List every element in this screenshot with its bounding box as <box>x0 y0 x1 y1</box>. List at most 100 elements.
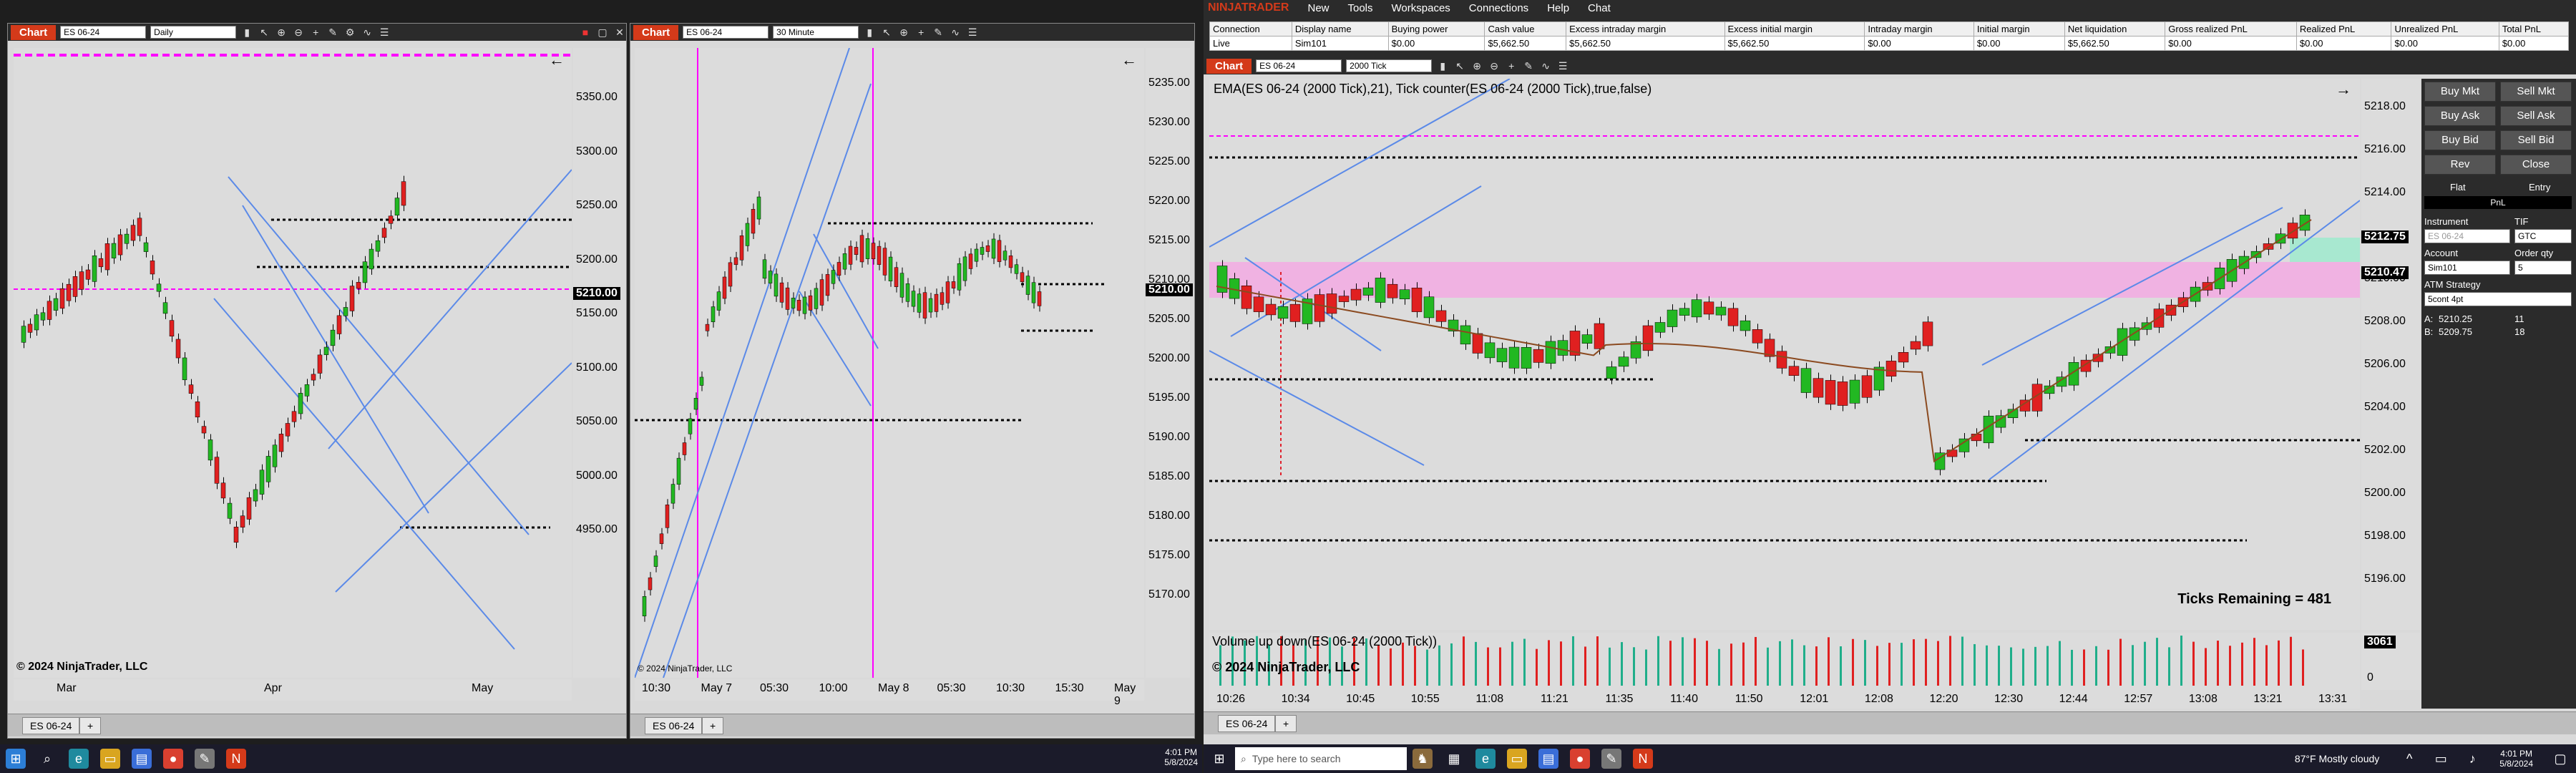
edge-icon[interactable]: e <box>69 749 89 769</box>
bar-style-icon[interactable]: ▮ <box>240 26 253 39</box>
drawing-tools-icon[interactable]: ✎ <box>1522 59 1535 72</box>
accounts-header-cell[interactable]: Unrealized PnL <box>2391 21 2499 37</box>
accounts-data-cell[interactable]: $5,662.50 <box>1724 36 1865 51</box>
accounts-data-cell[interactable]: Live <box>1209 36 1292 51</box>
zoom-icon[interactable]: ⊕ <box>897 26 910 39</box>
cortana-animal-icon[interactable]: ♞ <box>1413 749 1433 769</box>
add-tab-button[interactable]: + <box>79 717 102 734</box>
order-qty-stepper[interactable]: 5 <box>2514 261 2572 275</box>
strategies-icon[interactable]: ⚙ <box>343 26 356 39</box>
time-axis[interactable]: 10:26 10:34 10:45 10:55 11:08 11:21 11:35 11:40… <box>1209 690 2360 709</box>
accounts-data-cell[interactable]: $0.00 <box>2165 36 2297 51</box>
zoom-icon[interactable]: ⊕ <box>275 26 288 39</box>
menu-chat[interactable]: Chat <box>1588 2 1611 14</box>
accounts-grid[interactable]: Connection Display name Buying power Cash v… <box>1209 21 2570 51</box>
price-axis[interactable]: 5235.00 5230.00 5225.00 5220.00 5215.00 5210.… <box>1146 48 1193 678</box>
accounts-header-cell[interactable]: Gross realized PnL <box>2165 21 2297 37</box>
accounts-data-row[interactable]: Live Sim101 $0.00 $5,662.50 $5,662.50 $5,662.… <box>1209 36 2570 51</box>
buy-bid-button[interactable]: Buy Bid <box>2424 130 2496 150</box>
sell-market-button[interactable]: Sell Mkt <box>2500 82 2572 102</box>
accounts-header-cell[interactable]: Excess initial margin <box>1724 21 1865 37</box>
store-icon[interactable]: ▤ <box>1538 749 1558 769</box>
accounts-header-cell[interactable]: Connection <box>1209 21 1292 37</box>
zoom-out-icon[interactable]: ⊖ <box>292 26 305 39</box>
chart-menu-button[interactable]: Chart <box>1206 58 1252 74</box>
tray-up-icon[interactable]: ^ <box>2399 749 2419 769</box>
buy-market-button[interactable]: Buy Mkt <box>2424 82 2496 102</box>
chart-tab[interactable]: ES 06-24 <box>1218 715 1276 732</box>
period-selector[interactable]: 30 Minute <box>773 26 859 39</box>
ninjatrader-icon[interactable]: N <box>1633 749 1653 769</box>
chart-tab[interactable]: ES 06-24 <box>22 717 80 734</box>
volume-icon[interactable]: ♪ <box>2462 749 2482 769</box>
price-panel[interactable]: © 2024 NinjaTrader, LLC ← <box>14 48 572 678</box>
instrument-selector[interactable]: ES 06-24 <box>683 26 769 39</box>
sell-ask-button[interactable]: Sell Ask <box>2500 106 2572 126</box>
store-icon[interactable]: ▤ <box>132 749 152 769</box>
close-position-button[interactable]: Close <box>2500 155 2572 175</box>
start-icon[interactable]: ⊞ <box>6 749 26 769</box>
explorer-icon[interactable]: ▭ <box>1507 749 1527 769</box>
bar-style-icon[interactable]: ▮ <box>1436 59 1449 72</box>
chrome-icon[interactable]: ● <box>163 749 183 769</box>
accounts-header-cell[interactable]: Initial margin <box>1973 21 2065 37</box>
add-tab-button[interactable]: + <box>702 717 724 734</box>
chart-tab[interactable]: ES 06-24 <box>645 717 703 734</box>
accounts-header-cell[interactable]: Intraday margin <box>1864 21 1974 37</box>
menu-tools[interactable]: Tools <box>1348 2 1373 14</box>
indicators-icon[interactable]: ∿ <box>949 26 962 39</box>
cursor-icon[interactable]: ↖ <box>880 26 893 39</box>
clock-left[interactable]: 4:01 PM 5/8/2024 <box>1164 747 1198 767</box>
buy-ask-button[interactable]: Buy Ask <box>2424 106 2496 126</box>
close-icon[interactable]: ✕ <box>613 26 626 39</box>
price-axis[interactable]: 5350.00 5300.00 5250.00 5200.00 5150.00 5100.… <box>573 48 620 678</box>
accounts-header-cell[interactable]: Realized PnL <box>2296 21 2392 37</box>
search-icon[interactable]: ⌕ <box>37 749 57 769</box>
task-view-icon[interactable]: ▦ <box>1444 749 1464 769</box>
account-select[interactable]: Sim101 <box>2424 261 2510 275</box>
chrome-icon[interactable]: ● <box>1570 749 1590 769</box>
accounts-data-cell[interactable]: $0.00 <box>1973 36 2065 51</box>
accounts-header-cell[interactable]: Buying power <box>1387 21 1485 37</box>
accounts-header-cell[interactable]: Excess intraday margin <box>1566 21 1725 37</box>
drawing-tools-icon[interactable]: ✎ <box>932 26 945 39</box>
indicators-icon[interactable]: ∿ <box>1539 59 1552 72</box>
period-selector[interactable]: 2000 Tick <box>1346 59 1433 72</box>
volume-panel[interactable]: Volume up down(ES 06-24 (2000 Tick)) © 2… <box>1209 633 2360 690</box>
accounts-data-cell[interactable]: Sim101 <box>1291 36 1389 51</box>
crosshair-icon[interactable]: + <box>309 26 322 39</box>
instrument-field[interactable]: ES 06-24 <box>2424 229 2510 243</box>
network-icon[interactable]: ▭ <box>2431 749 2451 769</box>
crosshair-icon[interactable]: + <box>914 26 927 39</box>
scroll-arrow-icon[interactable]: ← <box>549 51 565 69</box>
price-axis[interactable]: 5218.005216.005214.005212.005210.005208.… <box>2361 79 2420 630</box>
menu-help[interactable]: Help <box>1547 2 1569 14</box>
tif-select[interactable]: GTC <box>2514 229 2572 243</box>
accounts-header-cell[interactable]: Net liquidation <box>2064 21 2166 37</box>
properties-icon[interactable]: ☰ <box>966 26 979 39</box>
instrument-selector[interactable]: ES 06-24 <box>1256 59 1342 72</box>
minimize-icon[interactable]: ■ <box>579 26 592 39</box>
menu-connections[interactable]: Connections <box>1469 2 1528 14</box>
accounts-data-cell[interactable]: $0.00 <box>1864 36 1974 51</box>
notifications-icon[interactable]: ▢ <box>2550 749 2570 769</box>
zoom-icon[interactable]: ⊕ <box>1470 59 1483 72</box>
volume-axis[interactable]: 3061 0 <box>2361 633 2420 690</box>
ninjatrader-icon[interactable]: N <box>226 749 246 769</box>
period-selector[interactable]: Daily <box>150 26 237 39</box>
chart-menu-button[interactable]: Chart <box>11 24 57 40</box>
start-icon[interactable]: ⊞ <box>1209 749 1229 769</box>
zoom-out-icon[interactable]: ⊖ <box>1488 59 1501 72</box>
edge-icon[interactable]: e <box>1475 749 1496 769</box>
properties-icon[interactable]: ☰ <box>378 26 391 39</box>
accounts-data-cell[interactable]: $0.00 <box>2498 36 2570 51</box>
accounts-header-cell[interactable]: Cash value <box>1484 21 1567 37</box>
accounts-data-cell[interactable]: $0.00 <box>1387 36 1485 51</box>
crosshair-icon[interactable]: + <box>1505 59 1518 72</box>
reverse-button[interactable]: Rev <box>2424 155 2496 175</box>
add-tab-button[interactable]: + <box>1275 715 1297 732</box>
time-axis[interactable]: 10:30 May 7 05:30 10:00 May 8 05:30 10:30 15:30… <box>635 679 1144 707</box>
taskbar-search-box[interactable]: ⌕ Type here to search <box>1235 747 1407 770</box>
accounts-data-cell[interactable]: $5,662.50 <box>1484 36 1567 51</box>
drawing-tools-icon[interactable]: ✎ <box>326 26 339 39</box>
